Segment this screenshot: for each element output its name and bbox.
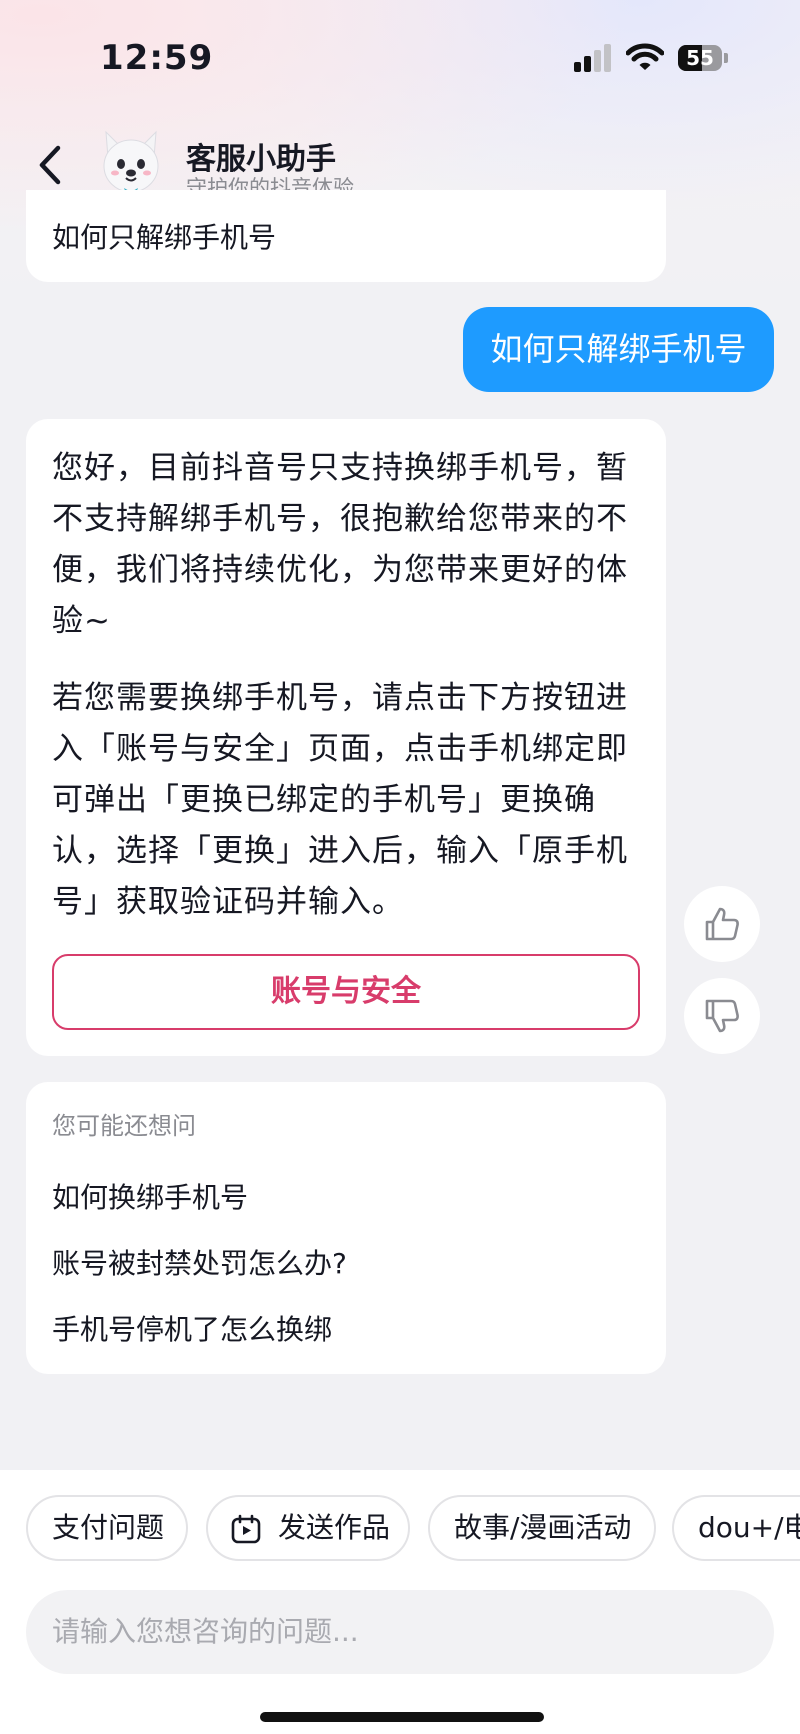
previous-bot-message-text: 如何只解绑手机号 [52, 221, 277, 254]
like-button[interactable] [684, 886, 760, 962]
suggested-question[interactable]: 手机号停机了怎么换绑 [52, 1308, 332, 1348]
quick-chip-send-work-label: 发送作品 [278, 1511, 391, 1544]
quick-chip-payment[interactable]: 支付问题 [26, 1495, 188, 1561]
battery-level: 55 [686, 46, 714, 70]
chevron-left-icon [39, 145, 61, 185]
thumbs-up-icon [705, 907, 739, 941]
suggested-questions-card: 您可能还想问 如何换绑手机号 账号被封禁处罚怎么办? 手机号停机了怎么换绑 [26, 1082, 666, 1374]
account-security-button[interactable]: 账号与安全 [52, 954, 640, 1030]
video-calendar-icon [231, 1514, 261, 1544]
suggested-question[interactable]: 账号被封禁处罚怎么办? [52, 1242, 347, 1282]
back-button[interactable] [30, 138, 70, 192]
user-message-bubble: 如何只解绑手机号 [463, 307, 774, 392]
thumbs-down-icon [705, 999, 739, 1033]
bot-answer-card: 您好，目前抖音号只支持换绑手机号，暂不支持解绑手机号，很抱歉给您带来的不便，我们… [26, 419, 666, 1056]
battery-icon: 55 [678, 45, 728, 71]
status-time: 12:59 [100, 38, 214, 78]
home-indicator[interactable] [260, 1712, 544, 1722]
dislike-button[interactable] [684, 978, 760, 1054]
previous-bot-message: 如何只解绑手机号 [26, 190, 666, 282]
answer-paragraph-2: 若您需要换绑手机号，请点击下方按钮进入「账号与安全」页面，点击手机绑定即可弹出「… [52, 680, 628, 920]
status-bar: 12:59 55 [0, 0, 800, 120]
answer-paragraph-1: 您好，目前抖音号只支持换绑手机号，暂不支持解绑手机号，很抱歉给您带来的不便，我们… [52, 450, 628, 639]
cellular-signal-icon [574, 42, 614, 72]
suggested-questions-title: 您可能还想问 [52, 1112, 196, 1140]
quick-chip-send-work[interactable]: 发送作品 [206, 1495, 410, 1561]
wifi-icon [625, 42, 665, 72]
question-input[interactable]: 请输入您想咨询的问题... [26, 1590, 774, 1674]
bottom-panel: 支付问题 发送作品 故事/漫画活动 dou+/电 请输入您想咨询的问题... [0, 1470, 800, 1734]
quick-chip-story-comic[interactable]: 故事/漫画活动 [428, 1495, 656, 1561]
suggested-question[interactable]: 如何换绑手机号 [52, 1176, 248, 1216]
quick-chip-dou-plus[interactable]: dou+/电 [672, 1495, 800, 1561]
